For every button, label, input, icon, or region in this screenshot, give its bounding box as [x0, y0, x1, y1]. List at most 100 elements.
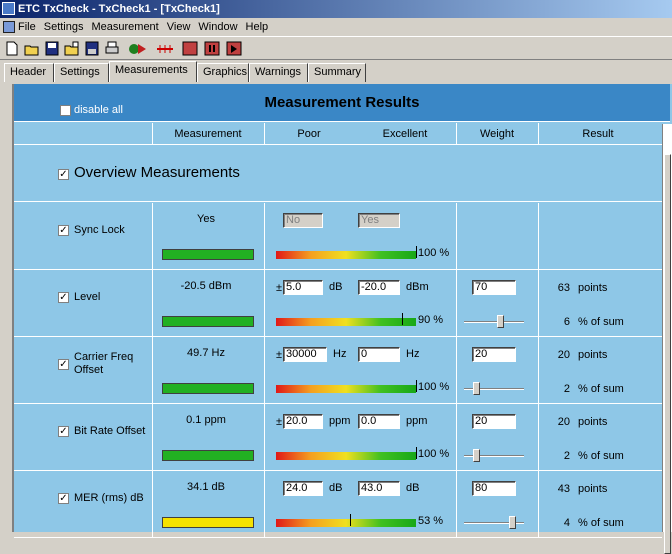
points-label: points: [578, 282, 608, 294]
plus-minus-sign: ±: [276, 282, 283, 294]
result-percent: 2: [563, 450, 570, 462]
toolbar: [0, 36, 672, 60]
measurement-row: ✓ MER (rms) dB 34.1 dB 24.0 dB 43.0 dB 53 % 80 43…: [14, 471, 662, 538]
excellent-input[interactable]: -20.0: [358, 280, 400, 295]
tab-graphics[interactable]: Graphics: [197, 63, 249, 82]
pause-icon[interactable]: [204, 41, 220, 56]
weight-input[interactable]: 20: [472, 414, 516, 429]
divider: [264, 270, 265, 337]
weight-slider-track[interactable]: [464, 321, 524, 323]
percent-of-sum-label: % of sum: [578, 316, 624, 328]
section-checkbox[interactable]: ✓: [58, 169, 69, 180]
title-bar: ETC TxCheck - TxCheck1 - [TxCheck1]: [0, 0, 672, 18]
poor-input[interactable]: 5.0: [283, 280, 323, 295]
menu-window[interactable]: Window: [198, 21, 237, 33]
weight-slider-thumb[interactable]: [509, 516, 516, 529]
run-measurement-icon[interactable]: [128, 41, 150, 56]
status-bar: [162, 249, 254, 260]
new-file-icon[interactable]: [4, 41, 20, 56]
excellent-input[interactable]: Yes: [358, 213, 400, 228]
tab-warnings[interactable]: Warnings: [249, 63, 308, 82]
weight-slider-thumb[interactable]: [497, 315, 504, 328]
stop-icon[interactable]: [182, 41, 198, 56]
measurement-row: ✓ Sync Lock Yes No Yes 100 %: [14, 203, 662, 270]
poor-input[interactable]: No: [283, 213, 323, 228]
menu-measurement[interactable]: Measurement: [91, 21, 158, 33]
points-label: points: [578, 349, 608, 361]
result-percent: 2: [563, 383, 570, 395]
poor-unit: ppm: [329, 415, 351, 427]
excellent-unit: ppm: [406, 415, 428, 427]
panel-title: Measurement Results: [264, 94, 420, 111]
measurement-row: ✓ Bit Rate Offset 0.1 ppm ±20.0 ppm 0.0 ppm 100…: [14, 404, 662, 471]
divider: [538, 123, 539, 145]
play-icon[interactable]: [226, 41, 242, 56]
save-all-icon[interactable]: [84, 41, 100, 56]
weight-slider-thumb[interactable]: [473, 382, 480, 395]
tab-settings[interactable]: Settings: [54, 63, 109, 82]
checkbox-box[interactable]: [60, 104, 71, 116]
tab-summary[interactable]: Summary: [308, 63, 366, 82]
menu-settings[interactable]: Settings: [44, 21, 84, 33]
row-checkbox[interactable]: ✓: [58, 426, 69, 437]
excellent-input[interactable]: 0: [358, 347, 400, 362]
row-checkbox[interactable]: ✓: [58, 493, 69, 504]
weight-slider-thumb[interactable]: [473, 449, 480, 462]
row-label: MER (rms) dB: [74, 492, 144, 504]
excellent-input[interactable]: 43.0: [358, 481, 400, 496]
row-checkbox[interactable]: ✓: [58, 292, 69, 303]
window-title: ETC TxCheck - TxCheck1 - [TxCheck1]: [18, 3, 220, 15]
measured-value: Yes: [197, 213, 215, 225]
divider: [456, 471, 457, 538]
quality-marker: [416, 447, 417, 459]
divider: [152, 337, 153, 404]
row-label: Level: [74, 291, 101, 303]
open-folder-icon[interactable]: [24, 41, 40, 56]
vertical-scrollbar[interactable]: [662, 124, 672, 554]
divider: [264, 337, 265, 404]
poor-input[interactable]: 24.0: [283, 481, 323, 496]
measured-value: 0.1 ppm: [186, 414, 226, 426]
weight-input[interactable]: 20: [472, 347, 516, 362]
weight-input[interactable]: 80: [472, 481, 516, 496]
divider: [538, 203, 539, 270]
result-percent: 4: [563, 517, 570, 529]
section-row: ✓ Overview Measurements: [14, 146, 662, 202]
section-title: Overview Measurements: [74, 164, 240, 181]
quality-gradient: [276, 318, 416, 326]
print-icon[interactable]: [104, 41, 120, 56]
quality-percent: 100 %: [418, 448, 450, 460]
poor-unit: Hz: [333, 348, 347, 360]
menu-file[interactable]: File: [18, 21, 36, 33]
measurement-row: ✓ Carrier Freq Offset 49.7 Hz ±30000 Hz 0 Hz 10…: [14, 337, 662, 404]
poor-input[interactable]: 20.0: [283, 414, 323, 429]
quality-percent: 100 %: [418, 247, 450, 259]
divider: [264, 203, 265, 270]
divider: [538, 471, 539, 538]
measured-value: 34.1 dB: [187, 481, 225, 493]
tab-header[interactable]: Header: [4, 63, 54, 82]
signal-icon[interactable]: [156, 41, 174, 56]
results-header: Measurement Results disable all: [14, 84, 670, 122]
tab-measurements[interactable]: Measurements: [109, 61, 197, 82]
menu-view[interactable]: View: [167, 21, 191, 33]
divider: [456, 404, 457, 471]
weight-input[interactable]: 70: [472, 280, 516, 295]
col-measurement: Measurement: [174, 128, 242, 140]
excellent-input[interactable]: 0.0: [358, 414, 400, 429]
scroll-thumb[interactable]: [664, 154, 671, 554]
document-icon[interactable]: [3, 21, 15, 33]
divider: [456, 270, 457, 337]
result-points: 20: [557, 349, 570, 361]
excellent-unit: dBm: [406, 281, 429, 293]
disable-all-checkbox[interactable]: disable all: [60, 104, 123, 116]
row-checkbox[interactable]: ✓: [58, 359, 69, 370]
quality-gradient: [276, 452, 416, 460]
divider: [264, 404, 265, 471]
open-recent-icon[interactable]: [64, 41, 80, 56]
row-checkbox[interactable]: ✓: [58, 225, 69, 236]
poor-input[interactable]: 30000: [283, 347, 327, 362]
menu-help[interactable]: Help: [246, 21, 269, 33]
save-icon[interactable]: [44, 41, 60, 56]
poor-unit: dB: [329, 482, 343, 494]
